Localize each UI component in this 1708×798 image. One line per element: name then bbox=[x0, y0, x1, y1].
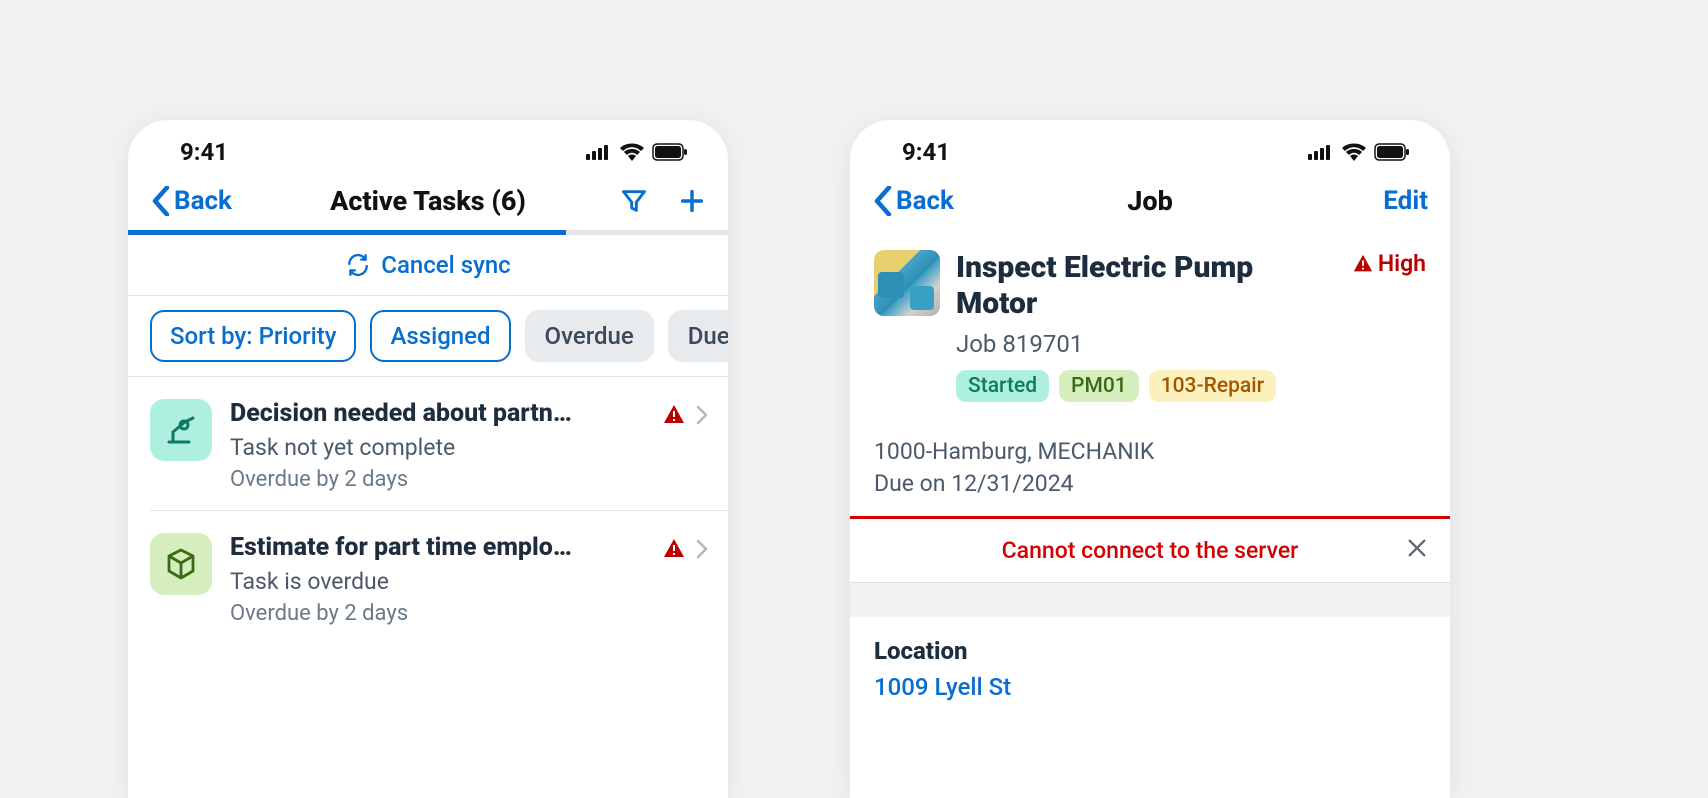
chevron-right-icon bbox=[696, 539, 708, 559]
task-meta: Overdue by 2 days bbox=[230, 467, 644, 492]
sort-chip[interactable]: Sort by: Priority bbox=[150, 310, 356, 362]
task-title: Estimate for part time emplo… bbox=[230, 533, 644, 562]
wifi-icon bbox=[620, 143, 644, 161]
overdue-chip[interactable]: Overdue bbox=[525, 310, 654, 362]
status-bar: 9:41 bbox=[128, 120, 728, 176]
battery-icon bbox=[652, 143, 688, 161]
cancel-sync-button[interactable]: Cancel sync bbox=[128, 235, 728, 296]
page-title: Active Tasks (6) bbox=[330, 185, 526, 217]
status-icons bbox=[586, 143, 688, 161]
alert-icon bbox=[662, 403, 686, 427]
wifi-icon bbox=[1342, 143, 1366, 161]
task-row[interactable]: Decision needed about partn… Task not ye… bbox=[150, 377, 728, 511]
status-time: 9:41 bbox=[902, 138, 950, 166]
task-subtitle: Task not yet complete bbox=[230, 434, 644, 461]
task-body: Estimate for part time emplo… Task is ov… bbox=[230, 533, 644, 626]
assigned-chip[interactable]: Assigned bbox=[370, 310, 510, 362]
phone-tasks: 9:41 Back Active Tasks (6) Cancel sync S bbox=[128, 120, 728, 798]
code-tag: PM01 bbox=[1059, 370, 1139, 402]
job-due-line: Due on 12/31/2024 bbox=[874, 468, 1426, 500]
robot-arm-icon bbox=[161, 410, 201, 450]
status-tag: Started bbox=[956, 370, 1049, 402]
sync-icon bbox=[345, 252, 371, 278]
chevron-left-icon bbox=[150, 186, 172, 216]
due-today-chip[interactable]: Due Today bbox=[668, 310, 728, 362]
location-label: Location bbox=[874, 637, 1426, 665]
cellular-icon bbox=[1308, 144, 1334, 160]
chevron-right-icon bbox=[696, 405, 708, 425]
task-trailing bbox=[662, 399, 708, 427]
nav-actions bbox=[620, 187, 706, 215]
section-gap bbox=[850, 583, 1450, 617]
job-meta: 1000-Hamburg, MECHANIK Due on 12/31/2024 bbox=[850, 418, 1450, 516]
cancel-sync-label: Cancel sync bbox=[381, 251, 510, 279]
back-label: Back bbox=[174, 186, 232, 216]
error-banner: Cannot connect to the server bbox=[850, 516, 1450, 583]
job-header: Inspect Electric Pump Motor Job 819701 S… bbox=[850, 230, 1450, 418]
page-title: Job bbox=[1127, 185, 1173, 217]
nav-bar: Back Job Edit bbox=[850, 176, 1450, 230]
filter-chips: Sort by: Priority Assigned Overdue Due T… bbox=[128, 296, 728, 377]
error-message: Cannot connect to the server bbox=[1002, 537, 1299, 564]
status-icons bbox=[1308, 143, 1410, 161]
job-id: Job 819701 bbox=[956, 330, 1336, 358]
location-section: Location 1009 Lyell St bbox=[850, 617, 1450, 709]
priority-label: High bbox=[1378, 250, 1426, 277]
task-subtitle: Task is overdue bbox=[230, 568, 644, 595]
task-trailing bbox=[662, 533, 708, 561]
close-icon bbox=[1406, 537, 1428, 559]
task-title: Decision needed about partn… bbox=[230, 399, 644, 428]
nav-bar: Back Active Tasks (6) bbox=[128, 176, 728, 230]
type-tag: 103-Repair bbox=[1149, 370, 1276, 402]
task-icon bbox=[150, 399, 212, 461]
job-tags: Started PM01 103-Repair bbox=[956, 370, 1336, 402]
alert-icon bbox=[1352, 253, 1374, 275]
task-body: Decision needed about partn… Task not ye… bbox=[230, 399, 644, 492]
status-time: 9:41 bbox=[180, 138, 228, 166]
battery-icon bbox=[1374, 143, 1410, 161]
job-title: Inspect Electric Pump Motor bbox=[956, 250, 1336, 322]
task-icon bbox=[150, 533, 212, 595]
alert-icon bbox=[662, 537, 686, 561]
funnel-icon bbox=[620, 187, 648, 215]
chevron-left-icon bbox=[872, 186, 894, 216]
edit-button[interactable]: Edit bbox=[1383, 186, 1428, 216]
add-button[interactable] bbox=[678, 187, 706, 215]
back-label: Back bbox=[896, 186, 954, 216]
back-button[interactable]: Back bbox=[872, 186, 954, 216]
plus-icon bbox=[678, 187, 706, 215]
back-button[interactable]: Back bbox=[150, 186, 232, 216]
status-bar: 9:41 bbox=[850, 120, 1450, 176]
priority-badge: High bbox=[1352, 250, 1426, 277]
package-icon bbox=[161, 544, 201, 584]
cellular-icon bbox=[586, 144, 612, 160]
location-value[interactable]: 1009 Lyell St bbox=[874, 673, 1426, 701]
task-meta: Overdue by 2 days bbox=[230, 601, 644, 626]
job-location-line: 1000-Hamburg, MECHANIK bbox=[874, 436, 1426, 468]
error-close-button[interactable] bbox=[1406, 536, 1428, 566]
phone-job: 9:41 Back Job Edit Inspect Electric Pump… bbox=[850, 120, 1450, 798]
task-row[interactable]: Estimate for part time emplo… Task is ov… bbox=[150, 511, 728, 644]
job-thumbnail bbox=[874, 250, 940, 316]
filter-button[interactable] bbox=[620, 187, 648, 215]
